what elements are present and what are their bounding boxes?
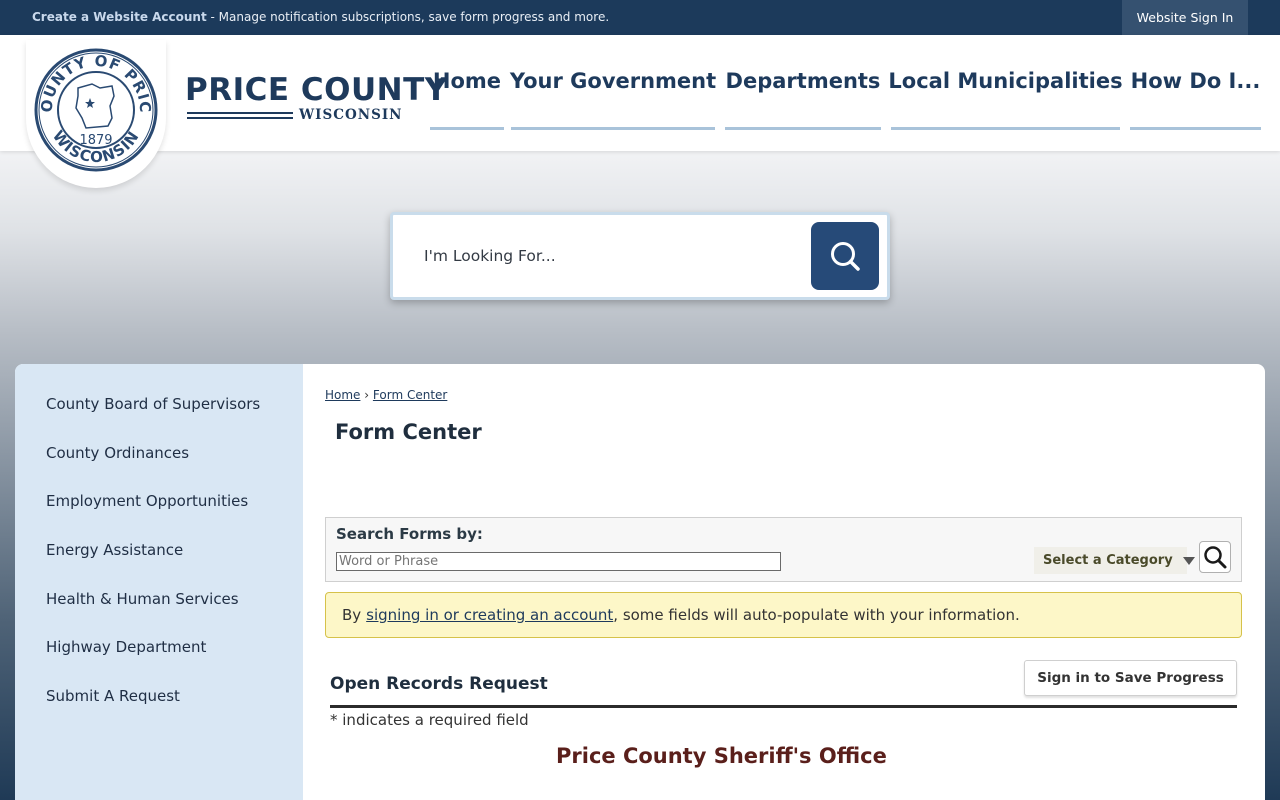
nav-local-municipalities[interactable]: Local Municipalities [888,35,1123,130]
sidebar-item-county-ordinances[interactable]: County Ordinances [46,444,189,462]
form-title: Open Records Request [330,674,548,694]
required-field-note: * indicates a required field [330,711,529,729]
save-progress-button[interactable]: Sign in to Save Progress [1024,660,1237,696]
nav-home[interactable]: Home [430,35,504,130]
breadcrumb: Home › Form Center [325,388,447,402]
site-search[interactable]: I'm Looking For... [390,212,890,300]
search-forms-label: Search Forms by: [336,525,483,543]
page-title: Form Center [335,420,482,444]
sign-in-create-account-link[interactable]: signing in or creating an account [366,606,613,624]
breadcrumb-separator: › [364,388,370,402]
search-forms-panel: Search Forms by: Select a Category [325,517,1242,582]
site-search-input[interactable]: I'm Looking For... [424,247,556,265]
nav-your-government[interactable]: Your Government [510,35,716,130]
sidebar: County Board of Supervisors County Ordin… [15,364,303,800]
nav-departments[interactable]: Departments [725,35,881,130]
notice-suffix: , some fields will auto-populate with yo… [613,606,1020,624]
top-utility-bar: Create a Website Account - Manage notifi… [0,0,1280,35]
website-sign-in-button[interactable]: Website Sign In [1122,0,1248,35]
site-search-button[interactable] [811,222,879,290]
create-account-link[interactable]: Create a Website Account [32,10,207,24]
county-seal-icon: COUNTY OF PRICE WISCONSIN 1879 [34,48,158,172]
content-card: County Board of Supervisors County Ordin… [15,364,1265,800]
search-forms-input[interactable] [336,552,781,571]
dropdown-arrow-icon [1182,556,1195,565]
sidebar-item-county-board[interactable]: County Board of Supervisors [46,395,260,413]
sidebar-item-submit-request[interactable]: Submit A Request [46,687,180,705]
county-name: PRICE COUNTY [185,72,448,108]
search-forms-button[interactable] [1199,541,1231,573]
brand-rule-lines [187,111,293,119]
seal-year: 1879 [79,133,112,148]
sidebar-item-energy-assistance[interactable]: Energy Assistance [46,541,183,559]
state-name: WISCONSIN [299,107,403,123]
account-message: Create a Website Account - Manage notifi… [32,10,609,24]
notice-prefix: By [342,606,362,624]
sidebar-item-employment[interactable]: Employment Opportunities [46,492,248,510]
search-icon [831,242,860,271]
county-seal-logo[interactable]: COUNTY OF PRICE WISCONSIN 1879 [26,40,166,188]
account-message-text: - Manage notification subscriptions, sav… [206,10,610,24]
category-select[interactable]: Select a Category [1034,547,1195,574]
magnifier-icon [1204,546,1227,569]
form-divider [330,705,1237,708]
sidebar-item-highway-department[interactable]: Highway Department [46,638,206,656]
category-select-label: Select a Category [1043,553,1173,568]
office-heading: Price County Sheriff's Office [556,744,887,768]
autopopulate-notice: By signing in or creating an account , s… [325,592,1242,638]
breadcrumb-home[interactable]: Home [325,388,360,402]
sidebar-item-health-human-services[interactable]: Health & Human Services [46,590,239,608]
county-brand[interactable]: PRICE COUNTY WISCONSIN [185,73,448,123]
main-content: Home › Form Center Form Center Search Fo… [303,364,1265,800]
breadcrumb-form-center[interactable]: Form Center [373,388,447,402]
nav-how-do-i[interactable]: How Do I... [1130,35,1261,130]
